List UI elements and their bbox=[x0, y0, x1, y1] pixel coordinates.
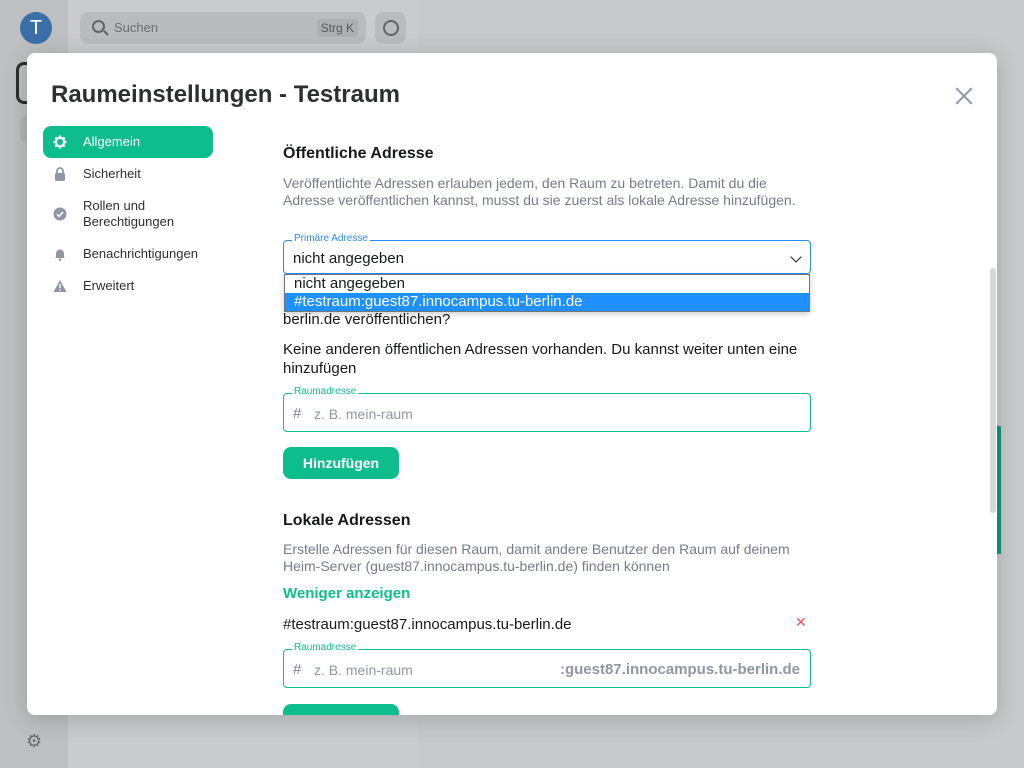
user-avatar[interactable]: T bbox=[20, 12, 52, 44]
local-addresses-heading: Lokale Adressen bbox=[283, 512, 411, 529]
room-address-label: Raumadresse bbox=[292, 642, 359, 653]
local-room-address-input[interactable]: Raumadresse # z. B. mein-raum :guest87.i… bbox=[283, 642, 811, 688]
bell-icon bbox=[53, 247, 67, 261]
primary-address-select[interactable]: Primäre Adresse nicht angegeben bbox=[283, 233, 811, 274]
add-public-address-button[interactable]: Hinzufügen bbox=[283, 447, 399, 479]
no-public-addresses-text: Keine anderen öffentlichen Adressen vorh… bbox=[283, 341, 798, 377]
hash-prefix: # bbox=[293, 405, 302, 422]
compass-icon bbox=[383, 20, 399, 36]
room-address-placeholder: z. B. mein-raum bbox=[314, 662, 413, 678]
shield-check-icon bbox=[53, 207, 67, 221]
hash-prefix: # bbox=[293, 661, 302, 678]
close-dialog-button[interactable] bbox=[951, 83, 977, 109]
chevron-down-icon bbox=[790, 251, 802, 263]
add-local-address-button[interactable]: Hinzufügen bbox=[283, 704, 399, 715]
primary-address-label: Primäre Adresse bbox=[292, 233, 370, 244]
local-addresses-description: Erstelle Adressen für diesen Raum, damit… bbox=[283, 541, 790, 574]
public-room-address-input[interactable]: Raumadresse # z. B. mein-raum bbox=[283, 386, 811, 432]
tab-label: Allgemein bbox=[83, 134, 141, 149]
dialog-scrollbar[interactable] bbox=[990, 268, 996, 513]
homeserver-suffix: :guest87.innocampus.tu-berlin.de bbox=[559, 661, 800, 678]
tab-notifications[interactable]: Benachrichtigungen bbox=[43, 238, 213, 270]
public-address-description: Veröffentlichte Adressen erlauben jedem,… bbox=[283, 175, 796, 208]
tab-label: Sicherheit bbox=[83, 166, 141, 181]
search-placeholder: Suchen bbox=[114, 20, 159, 35]
tab-security[interactable]: Sicherheit bbox=[43, 158, 213, 190]
quick-settings-gear-icon[interactable]: ⚙ bbox=[26, 731, 42, 752]
tab-roles-permissions[interactable]: Rollen und Berechtigungen bbox=[43, 190, 213, 238]
primary-address-value: nicht angegeben bbox=[293, 250, 404, 267]
show-less-link[interactable]: Weniger anzeigen bbox=[283, 585, 410, 602]
gear-icon bbox=[53, 135, 67, 149]
tab-label: Rollen und Berechtigungen bbox=[83, 198, 175, 229]
settings-tabs: Allgemein Sicherheit Rollen und Berechti… bbox=[43, 126, 213, 302]
primary-address-options: nicht angegeben #testraum:guest87.innoca… bbox=[284, 274, 810, 312]
option-unspecified[interactable]: nicht angegeben bbox=[285, 275, 809, 293]
option-testraum-address[interactable]: #testraum:guest87.innocampus.tu-berlin.d… bbox=[285, 293, 809, 311]
tab-label: Erweitert bbox=[83, 278, 135, 293]
public-address-heading: Öffentliche Adresse bbox=[283, 145, 434, 162]
search-icon bbox=[92, 20, 105, 33]
room-address-placeholder: z. B. mein-raum bbox=[314, 406, 413, 422]
explore-rooms-button[interactable] bbox=[375, 12, 406, 44]
tab-advanced[interactable]: Erweitert bbox=[43, 270, 213, 302]
tab-label: Benachrichtigungen bbox=[83, 246, 198, 261]
tab-general[interactable]: Allgemein bbox=[43, 126, 213, 158]
dialog-title: Raumeinstellungen - Testraum bbox=[51, 81, 400, 108]
search-bar[interactable]: Suchen Strg K bbox=[80, 12, 366, 44]
search-shortcut-hint: Strg K bbox=[316, 19, 358, 37]
room-address-label: Raumadresse bbox=[292, 386, 359, 397]
local-address-item: #testraum:guest87.innocampus.tu-berlin.d… bbox=[283, 616, 572, 633]
lock-icon bbox=[53, 167, 67, 181]
warning-icon bbox=[53, 279, 67, 293]
room-settings-dialog: Raumeinstellungen - Testraum Allgemein S… bbox=[27, 53, 997, 715]
publish-question-text: berlin.de veröffentlichen? bbox=[283, 311, 451, 328]
delete-address-icon[interactable]: ✕ bbox=[795, 614, 807, 631]
